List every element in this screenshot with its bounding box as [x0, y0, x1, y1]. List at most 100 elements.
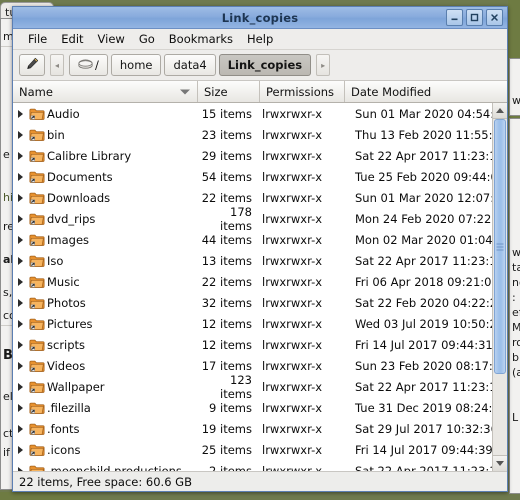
folder-symlink-icon: [27, 128, 47, 142]
expand-triangle-icon[interactable]: [13, 424, 27, 433]
file-date-modified: Sat 29 Jul 2017 10:32:36 AM PDT: [355, 421, 492, 436]
menu-view[interactable]: View: [91, 30, 132, 48]
file-permissions: lrwxrwxr-x: [262, 442, 323, 457]
column-header-permissions[interactable]: Permissions: [260, 81, 345, 102]
file-size: 17 items: [201, 358, 252, 373]
expand-triangle-icon[interactable]: [13, 193, 27, 202]
file-row[interactable]: .filezilla 9 items lrwxrwxr-x Tue 31 Dec 20…: [13, 397, 492, 418]
menu-edit[interactable]: Edit: [54, 30, 90, 48]
expand-triangle-icon[interactable]: [13, 445, 27, 454]
expand-triangle-icon[interactable]: [13, 256, 27, 265]
file-name: Pictures: [47, 316, 93, 331]
window-titlebar[interactable]: Link_copies: [13, 7, 507, 29]
background-text-line: ef: [512, 306, 520, 319]
folder-symlink-icon: [27, 275, 47, 289]
file-date-modified: Tue 31 Dec 2019 08:24:50 PM PST: [355, 400, 492, 415]
file-size: 178 items: [220, 204, 252, 233]
column-header-size[interactable]: Size: [198, 81, 260, 102]
file-row[interactable]: Music 22 items lrwxrwxr-x Fri 06 Apr 2018 0…: [13, 271, 492, 292]
folder-symlink-icon: [27, 233, 47, 247]
file-permissions: lrwxrwxr-x: [262, 169, 323, 184]
file-row[interactable]: bin 23 items lrwxrwxr-x Thu 13 Feb 2020 11:…: [13, 124, 492, 145]
menu-go[interactable]: Go: [132, 30, 162, 48]
menu-bar: File Edit View Go Bookmarks Help: [13, 29, 507, 50]
file-row[interactable]: scripts 12 items lrwxrwxr-x Fri 14 Jul 2017…: [13, 334, 492, 355]
scrollbar-grip-icon: [496, 243, 504, 251]
breadcrumb-home[interactable]: home: [110, 54, 162, 76]
path-scroll-left-button[interactable]: ◂: [50, 54, 64, 76]
path-toolbar: ◂ / home data4 Link_copies ▸: [13, 50, 507, 81]
maximize-button[interactable]: [466, 9, 483, 26]
file-name: .moonchild productions: [47, 463, 182, 472]
scroll-up-button[interactable]: [493, 103, 507, 119]
expand-triangle-icon[interactable]: [13, 298, 27, 307]
column-header-name[interactable]: Name: [13, 81, 198, 102]
expand-triangle-icon[interactable]: [13, 235, 27, 244]
expand-triangle-icon[interactable]: [13, 361, 27, 370]
file-list[interactable]: Audio 15 items lrwxrwxr-x Sun 01 Mar 2020 0…: [13, 103, 492, 471]
file-row[interactable]: Iso 13 items lrwxrwxr-x Sat 22 Apr 2017 11:…: [13, 250, 492, 271]
file-name: .filezilla: [47, 400, 91, 415]
breadcrumb-link-copies[interactable]: Link_copies: [218, 54, 312, 76]
background-window-right[interactable]: w ta no : u ef M ro b (a L: [509, 118, 520, 494]
scroll-down-button[interactable]: [493, 455, 507, 471]
scrollbar-track[interactable]: [493, 119, 507, 455]
file-name: Documents: [47, 169, 113, 184]
file-row[interactable]: Documents 54 items lrwxrwxr-x Tue 25 Feb 20…: [13, 166, 492, 187]
background-text-line: no: [512, 276, 520, 289]
file-size: 29 items: [201, 148, 252, 163]
file-name: bin: [47, 127, 65, 142]
column-header-date-label: Date Modified: [351, 84, 432, 99]
file-row[interactable]: Wallpaper 123 items lrwxrwxr-x Sat 22 Apr 2…: [13, 373, 492, 401]
file-name: Calibre Library: [47, 148, 132, 163]
folder-symlink-icon: [27, 422, 47, 436]
file-row[interactable]: .fonts 19 items lrwxrwxr-x Sat 29 Jul 2017 …: [13, 418, 492, 439]
menu-help[interactable]: Help: [240, 30, 280, 48]
breadcrumb-data4[interactable]: data4: [164, 54, 216, 76]
file-name: dvd_rips: [47, 211, 96, 226]
background-text-line: ro: [512, 336, 520, 349]
file-row[interactable]: Calibre Library 29 items lrwxrwxr-x Sat 22 …: [13, 145, 492, 166]
expand-triangle-icon[interactable]: [13, 109, 27, 118]
expand-triangle-icon[interactable]: [13, 214, 27, 223]
column-header-date-modified[interactable]: Date Modified: [345, 81, 507, 102]
file-row[interactable]: dvd_rips 178 items lrwxrwxr-x Mon 24 Feb 20…: [13, 205, 492, 233]
expand-triangle-icon[interactable]: [13, 130, 27, 139]
file-row[interactable]: .icons 25 items lrwxrwxr-x Fri 14 Jul 2017 …: [13, 439, 492, 460]
expand-triangle-icon[interactable]: [13, 403, 27, 412]
path-scroll-right-button[interactable]: ▸: [316, 54, 331, 76]
expand-triangle-icon[interactable]: [13, 172, 27, 181]
file-name: Images: [47, 232, 90, 247]
file-row[interactable]: Audio 15 items lrwxrwxr-x Sun 01 Mar 2020 0…: [13, 103, 492, 124]
file-permissions: lrwxrwxr-x: [262, 232, 323, 247]
file-row[interactable]: Photos 32 items lrwxrwxr-x Sat 22 Feb 2020 …: [13, 292, 492, 313]
minimize-button[interactable]: [446, 9, 463, 26]
breadcrumb-root[interactable]: /: [69, 54, 108, 76]
expand-triangle-icon[interactable]: [13, 319, 27, 328]
file-permissions: lrwxrwxr-x: [262, 127, 323, 142]
expand-triangle-icon[interactable]: [13, 151, 27, 160]
file-row[interactable]: Pictures 12 items lrwxrwxr-x Wed 03 Jul 201…: [13, 313, 492, 334]
file-name: Audio: [47, 106, 80, 121]
file-date-modified: Sat 22 Feb 2020 04:22:24 PM PST: [355, 295, 492, 310]
file-name: Music: [47, 274, 80, 289]
file-row[interactable]: Images 44 items lrwxrwxr-x Mon 02 Mar 2020 …: [13, 229, 492, 250]
desktop-strip-bottom: [0, 492, 90, 500]
close-button[interactable]: [486, 9, 503, 26]
file-name: Downloads: [47, 190, 111, 205]
file-date-modified: Tue 25 Feb 2020 09:44:00 PM PST: [355, 169, 492, 184]
status-bar: 22 items, Free space: 60.6 GB: [13, 471, 507, 491]
vertical-scrollbar[interactable]: [492, 103, 507, 471]
expand-triangle-icon[interactable]: [13, 382, 27, 391]
expand-triangle-icon[interactable]: [13, 466, 27, 471]
menu-bookmarks[interactable]: Bookmarks: [162, 30, 240, 48]
file-row[interactable]: .moonchild productions 2 items lrwxrwxr-x S…: [13, 460, 492, 471]
scrollbar-thumb[interactable]: [494, 119, 506, 375]
expand-triangle-icon[interactable]: [13, 277, 27, 286]
expand-triangle-icon[interactable]: [13, 340, 27, 349]
background-window-right-top[interactable]: w: [509, 58, 520, 116]
file-manager-window: Link_copies File Edit View Go Bookmarks …: [12, 6, 508, 492]
file-size: 12 items: [201, 316, 252, 331]
menu-file[interactable]: File: [21, 30, 54, 48]
edit-path-button[interactable]: [19, 54, 45, 76]
